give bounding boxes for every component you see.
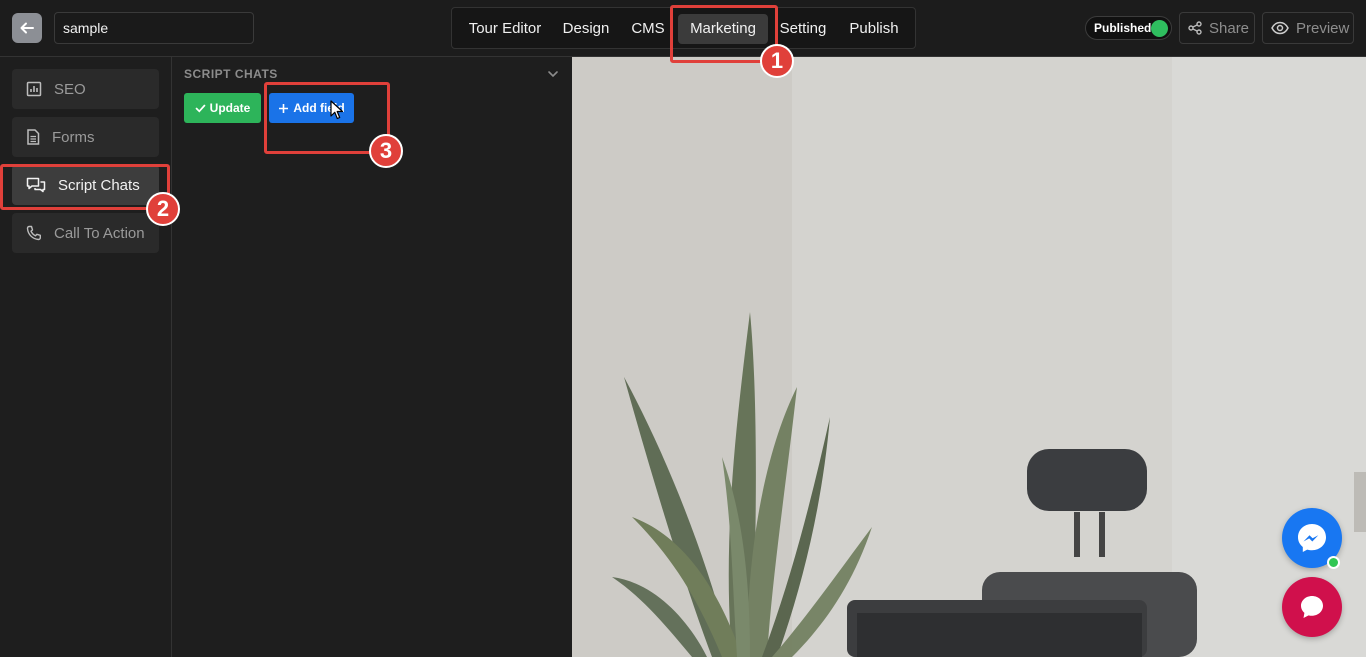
room-scene-image [572,57,1366,657]
share-label: Share [1209,19,1250,37]
tour-preview[interactable] [572,57,1366,657]
update-button[interactable]: Update [184,93,261,123]
published-toggle[interactable]: Published [1085,16,1172,40]
update-label: Update [209,101,251,115]
annotation-badge-1: 1 [760,44,794,78]
nav-setting[interactable]: Setting [774,14,832,44]
online-dot [1327,556,1340,569]
eye-icon [1271,21,1289,35]
status-indicator [1151,20,1168,37]
nav-tour-editor[interactable]: Tour Editor [460,14,550,44]
sidebar-item-label: Call To Action [54,224,145,242]
nav-design[interactable]: Design [556,14,616,44]
chevron-down-icon[interactable] [546,67,560,81]
chart-icon [26,81,42,97]
document-icon [27,129,40,145]
preview-label: Preview [1296,19,1350,37]
sidebar-item-label: SEO [54,80,86,98]
sidebar-item-forms[interactable]: Forms [12,117,159,157]
preview-button[interactable]: Preview [1262,12,1354,44]
sidebar-item-label: Forms [52,128,95,146]
nav-publish[interactable]: Publish [842,14,906,44]
chat-bubble-icon [1301,596,1323,618]
panel-title: SCRIPT CHATS [184,67,278,81]
annotation-badge-2: 2 [146,192,180,226]
annotation-box-script-chats [0,164,170,210]
sidebar-item-call-to-action[interactable]: Call To Action [12,213,159,253]
phone-icon [26,225,41,241]
check-icon [195,104,206,113]
marketing-sidebar: SEO Forms Script Chats Call To Action [0,57,172,657]
arrow-left-icon [20,22,34,34]
share-button[interactable]: Share [1179,12,1255,44]
messenger-icon [1298,524,1326,552]
published-label: Published [1094,21,1152,35]
live-chat-button[interactable] [1282,577,1342,637]
nav-cms[interactable]: CMS [626,14,670,44]
sidebar-item-seo[interactable]: SEO [12,69,159,109]
annotation-badge-3: 3 [369,134,403,168]
tour-name-input[interactable] [54,12,254,44]
back-button[interactable] [12,13,42,43]
share-icon [1188,21,1202,35]
